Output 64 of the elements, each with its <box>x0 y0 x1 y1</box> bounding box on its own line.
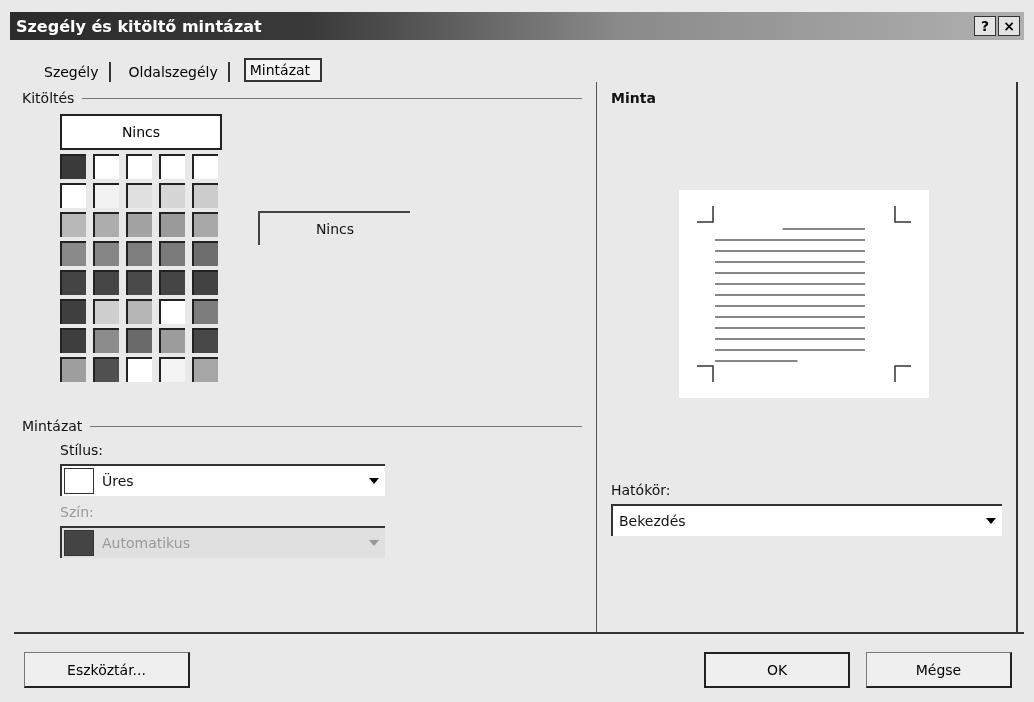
color-swatch[interactable] <box>126 241 152 266</box>
no-fill-button[interactable]: Nincs <box>60 114 222 150</box>
group-label: Minta <box>611 90 657 106</box>
color-swatch[interactable] <box>159 212 185 237</box>
color-swatch[interactable] <box>93 212 119 237</box>
color-swatch[interactable] <box>93 270 119 295</box>
ok-button[interactable]: OK <box>704 652 850 688</box>
color-swatch[interactable] <box>93 299 119 324</box>
color-swatch[interactable] <box>126 270 152 295</box>
tab[interactable]: Mintázat <box>243 58 323 82</box>
color-swatch[interactable] <box>60 183 86 208</box>
color-swatch[interactable] <box>192 270 218 295</box>
color-swatch[interactable] <box>93 154 119 179</box>
cancel-button[interactable]: Mégse <box>866 652 1012 688</box>
color-swatch[interactable] <box>126 299 152 324</box>
color-swatch[interactable] <box>60 212 86 237</box>
dropdown[interactable]: Üres <box>60 464 385 496</box>
color-swatch[interactable] <box>192 241 218 266</box>
color-swatch[interactable] <box>60 154 86 179</box>
toolbar-button[interactable]: Eszköztár... <box>24 652 190 688</box>
fill-preview: Nincs <box>258 211 410 245</box>
dropdown-arrow-icon <box>369 540 379 546</box>
color-swatch[interactable] <box>93 241 119 266</box>
color-swatch[interactable] <box>159 299 185 324</box>
color-swatch[interactable] <box>60 299 86 324</box>
color-swatch[interactable] <box>60 357 86 382</box>
group-label: Kitöltés <box>22 90 75 106</box>
color-swatch[interactable] <box>126 328 152 353</box>
color-swatch[interactable] <box>192 154 218 179</box>
field-label: Szín: <box>60 504 95 520</box>
color-swatch[interactable] <box>60 328 86 353</box>
color-swatch[interactable] <box>159 357 185 382</box>
color-swatch[interactable] <box>60 241 86 266</box>
color-swatch[interactable] <box>192 299 218 324</box>
close-button[interactable]: × <box>998 16 1020 36</box>
color-swatch[interactable] <box>192 357 218 382</box>
help-button[interactable]: ? <box>974 16 996 36</box>
color-swatch[interactable] <box>126 357 152 382</box>
color-swatch[interactable] <box>60 270 86 295</box>
pattern-swatch-icon <box>64 530 94 556</box>
dropdown-arrow-icon <box>986 518 996 524</box>
color-swatch[interactable] <box>192 212 218 237</box>
color-swatch[interactable] <box>93 328 119 353</box>
color-swatch[interactable] <box>159 270 185 295</box>
color-swatch[interactable] <box>159 183 185 208</box>
tab[interactable]: Oldalszegély <box>124 62 230 82</box>
field-label: Hatókör: <box>611 482 672 498</box>
color-swatch[interactable] <box>126 183 152 208</box>
color-swatch[interactable] <box>159 241 185 266</box>
color-swatch[interactable] <box>93 357 119 382</box>
color-swatch[interactable] <box>159 154 185 179</box>
field-label: Stílus: <box>60 442 105 458</box>
color-swatch[interactable] <box>192 183 218 208</box>
tab[interactable]: Szegély <box>40 62 111 82</box>
color-swatch[interactable] <box>159 328 185 353</box>
color-swatch[interactable] <box>126 212 152 237</box>
window-title: Szegély és kitöltő mintázat <box>16 16 262 36</box>
color-swatch[interactable] <box>126 154 152 179</box>
pattern-swatch-icon <box>64 468 94 494</box>
group-label: Mintázat <box>22 418 83 434</box>
color-swatch[interactable] <box>192 328 218 353</box>
dropdown-arrow-icon <box>369 478 379 484</box>
color-swatch[interactable] <box>93 183 119 208</box>
dropdown[interactable]: Bekezdés <box>611 504 1002 536</box>
